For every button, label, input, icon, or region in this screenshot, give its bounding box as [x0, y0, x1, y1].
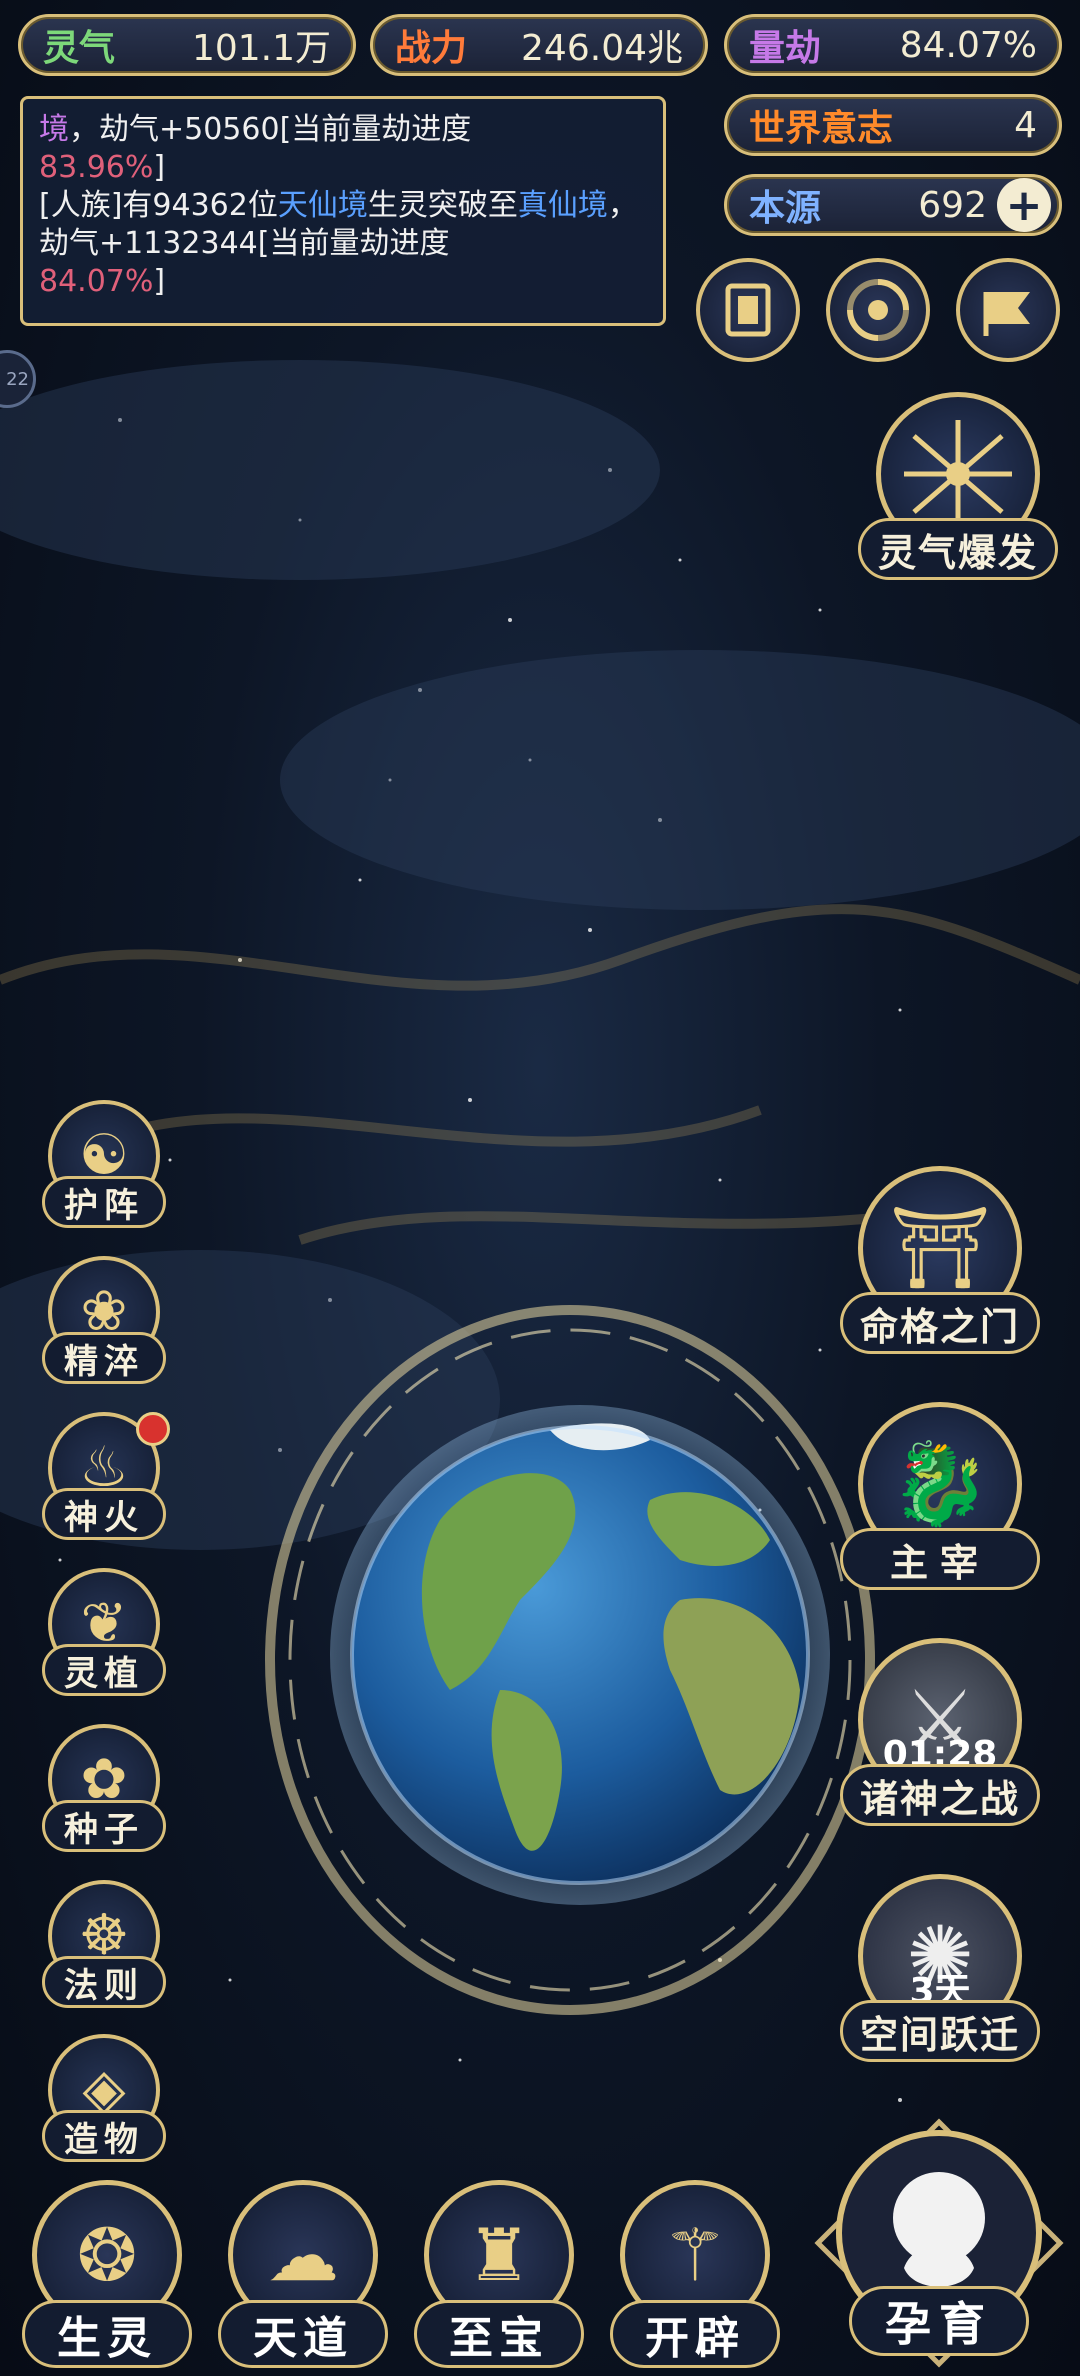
- benyuan-value: 692: [918, 184, 987, 226]
- bottom-btn-tian-dao[interactable]: ☁ 天道: [218, 2180, 388, 2376]
- notification-dot: [136, 1412, 170, 1446]
- zhushen-war-button[interactable]: ⚔ 01:28 诸神之战: [840, 1638, 1040, 1838]
- log-progress: 84.07%: [39, 264, 154, 299]
- benyuan-bar[interactable]: 本源 692 +: [724, 174, 1062, 236]
- mingge-gate-button[interactable]: ⛩ 命格之门: [840, 1166, 1040, 1366]
- bottom-glyph: ⚚: [662, 2213, 728, 2297]
- lingqi-burst-button[interactable]: 灵气爆发: [858, 392, 1058, 592]
- side-label: 种子: [42, 1800, 166, 1852]
- world-planet[interactable]: [250, 1270, 890, 2030]
- log-realm-text: 真仙境: [517, 188, 608, 223]
- bottom-btn-sheng-ling[interactable]: ❂ 生灵: [22, 2180, 192, 2376]
- dragon-glyph: 🐉: [890, 1437, 990, 1530]
- log-line-2: [人族]有94362位天仙境生灵突破至真仙境，劫气+1132344[当前量劫进度…: [39, 187, 647, 301]
- log-progress: 83.96%: [39, 150, 154, 185]
- zhuzai-button[interactable]: 🐉 主宰: [840, 1402, 1040, 1602]
- side-label: 精淬: [42, 1332, 166, 1384]
- shijie-bar[interactable]: 世界意志 4: [724, 94, 1062, 156]
- bottom-label: 开辟: [610, 2300, 780, 2368]
- log-text: 生灵突破至: [367, 188, 518, 223]
- bottom-glyph: ❂: [76, 2213, 138, 2297]
- yunyu-button[interactable]: 孕育: [814, 2118, 1064, 2368]
- side-btn-shen-huo[interactable]: ♨ 神火: [34, 1412, 174, 1552]
- log-line-1: 境，劫气+50560[当前量劫进度 83.96%]: [39, 111, 647, 187]
- side-label: 法则: [42, 1956, 166, 2008]
- log-text: ]: [153, 150, 166, 185]
- side-btn-zhong-zi[interactable]: ✿ 种子: [34, 1724, 174, 1864]
- zhanli-label: 战力: [395, 27, 468, 69]
- bottom-glyph: ♜: [466, 2213, 532, 2297]
- side-btn-fa-ze[interactable]: ☸ 法则: [34, 1880, 174, 2020]
- flag-icon[interactable]: [956, 258, 1060, 362]
- bottom-btn-zhi-bao[interactable]: ♜ 至宝: [414, 2180, 584, 2376]
- bottom-label: 天道: [218, 2300, 388, 2368]
- side-label: 护阵: [42, 1176, 166, 1228]
- space-jump-button[interactable]: ✺ 3天22:34:35 空间跃迁: [840, 1874, 1040, 2074]
- shijie-label: 世界意志: [749, 107, 894, 149]
- add-benyuan-button[interactable]: +: [997, 178, 1051, 232]
- cards-icon[interactable]: [696, 258, 800, 362]
- side-btn-ling-zhi[interactable]: ❦ 灵植: [34, 1568, 174, 1708]
- liangjie-value: 84.07%: [899, 24, 1037, 66]
- liangjie-label: 量劫: [749, 27, 822, 69]
- shijie-value: 4: [1014, 104, 1037, 146]
- side-btn-jing-cui[interactable]: ❀ 精淬: [34, 1256, 174, 1396]
- vortex-icon[interactable]: [826, 258, 930, 362]
- zhanli-value: 246.04兆: [521, 28, 683, 69]
- zhuzai-label: 主宰: [840, 1528, 1040, 1590]
- lingqi-burst-label: 灵气爆发: [858, 518, 1058, 580]
- bottom-label: 生灵: [22, 2300, 192, 2368]
- side-toggle-badge[interactable]: 22: [0, 350, 36, 408]
- log-text: ，劫气+50560[当前量劫进度: [69, 112, 472, 147]
- event-log: 境，劫气+50560[当前量劫进度 83.96%] [人族]有94362位天仙境…: [20, 96, 666, 326]
- lingqi-bar[interactable]: 灵气 101.1万: [18, 14, 356, 76]
- side-btn-zao-wu[interactable]: ◈ 造物: [34, 2034, 174, 2174]
- side-badge-text: 22: [6, 368, 29, 390]
- benyuan-label: 本源: [749, 187, 822, 229]
- zhanli-bar[interactable]: 战力 246.04兆: [370, 14, 708, 76]
- bottom-label: 至宝: [414, 2300, 584, 2368]
- side-label: 神火: [42, 1488, 166, 1540]
- planet-graphic: [265, 1305, 875, 2015]
- gate-glyph: ⛩: [889, 1201, 991, 1294]
- log-realm-text: 天仙境: [277, 188, 368, 223]
- zhushen-label: 诸神之战: [840, 1764, 1040, 1826]
- bottom-glyph: ☁: [267, 2213, 339, 2297]
- lingqi-label: 灵气: [43, 27, 116, 69]
- bottom-btn-kai-pi[interactable]: ⚚ 开辟: [610, 2180, 780, 2376]
- space-jump-label: 空间跃迁: [840, 2000, 1040, 2062]
- side-label: 灵植: [42, 1644, 166, 1696]
- yunyu-label: 孕育: [849, 2286, 1029, 2356]
- log-text: [人族]有94362位: [39, 188, 278, 223]
- liangjie-bar[interactable]: 量劫 84.07%: [724, 14, 1062, 76]
- side-label: 造物: [42, 2110, 166, 2162]
- side-btn-hu-zhen[interactable]: ☯ 护阵: [34, 1100, 174, 1240]
- log-realm-text: 境: [39, 112, 69, 147]
- lingqi-value: 101.1万: [191, 28, 331, 69]
- mingge-label: 命格之门: [840, 1292, 1040, 1354]
- log-text: ]: [153, 264, 166, 299]
